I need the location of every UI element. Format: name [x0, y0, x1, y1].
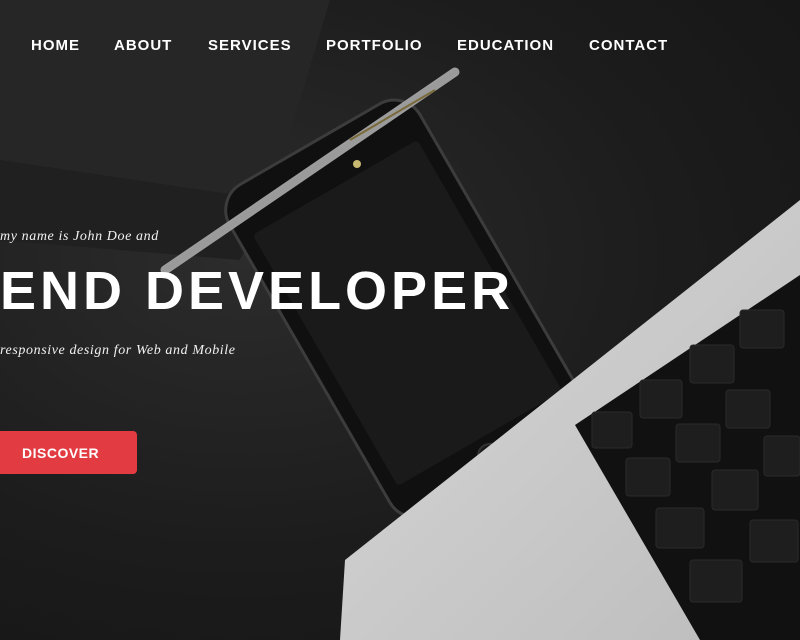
hero-intro-text: my name is John Doe and: [0, 229, 159, 244]
nav-about-link[interactable]: ABOUT: [114, 37, 172, 54]
main-nav: HOME ABOUT SERVICES PORTFOLIO EDUCATION …: [0, 37, 800, 57]
hero-title: END DEVELOPER: [0, 261, 515, 321]
nav-portfolio-link[interactable]: PORTFOLIO: [326, 37, 423, 54]
nav-education-link[interactable]: EDUCATION: [457, 37, 554, 54]
nav-home-link[interactable]: HOME: [31, 37, 80, 54]
hero-subtitle: responsive design for Web and Mobile: [0, 343, 236, 358]
hero-section: HOME ABOUT SERVICES PORTFOLIO EDUCATION …: [0, 0, 800, 640]
nav-contact-link[interactable]: CONTACT: [589, 37, 668, 54]
nav-services-link[interactable]: SERVICES: [208, 37, 292, 54]
discover-button[interactable]: DISCOVER: [0, 431, 137, 474]
